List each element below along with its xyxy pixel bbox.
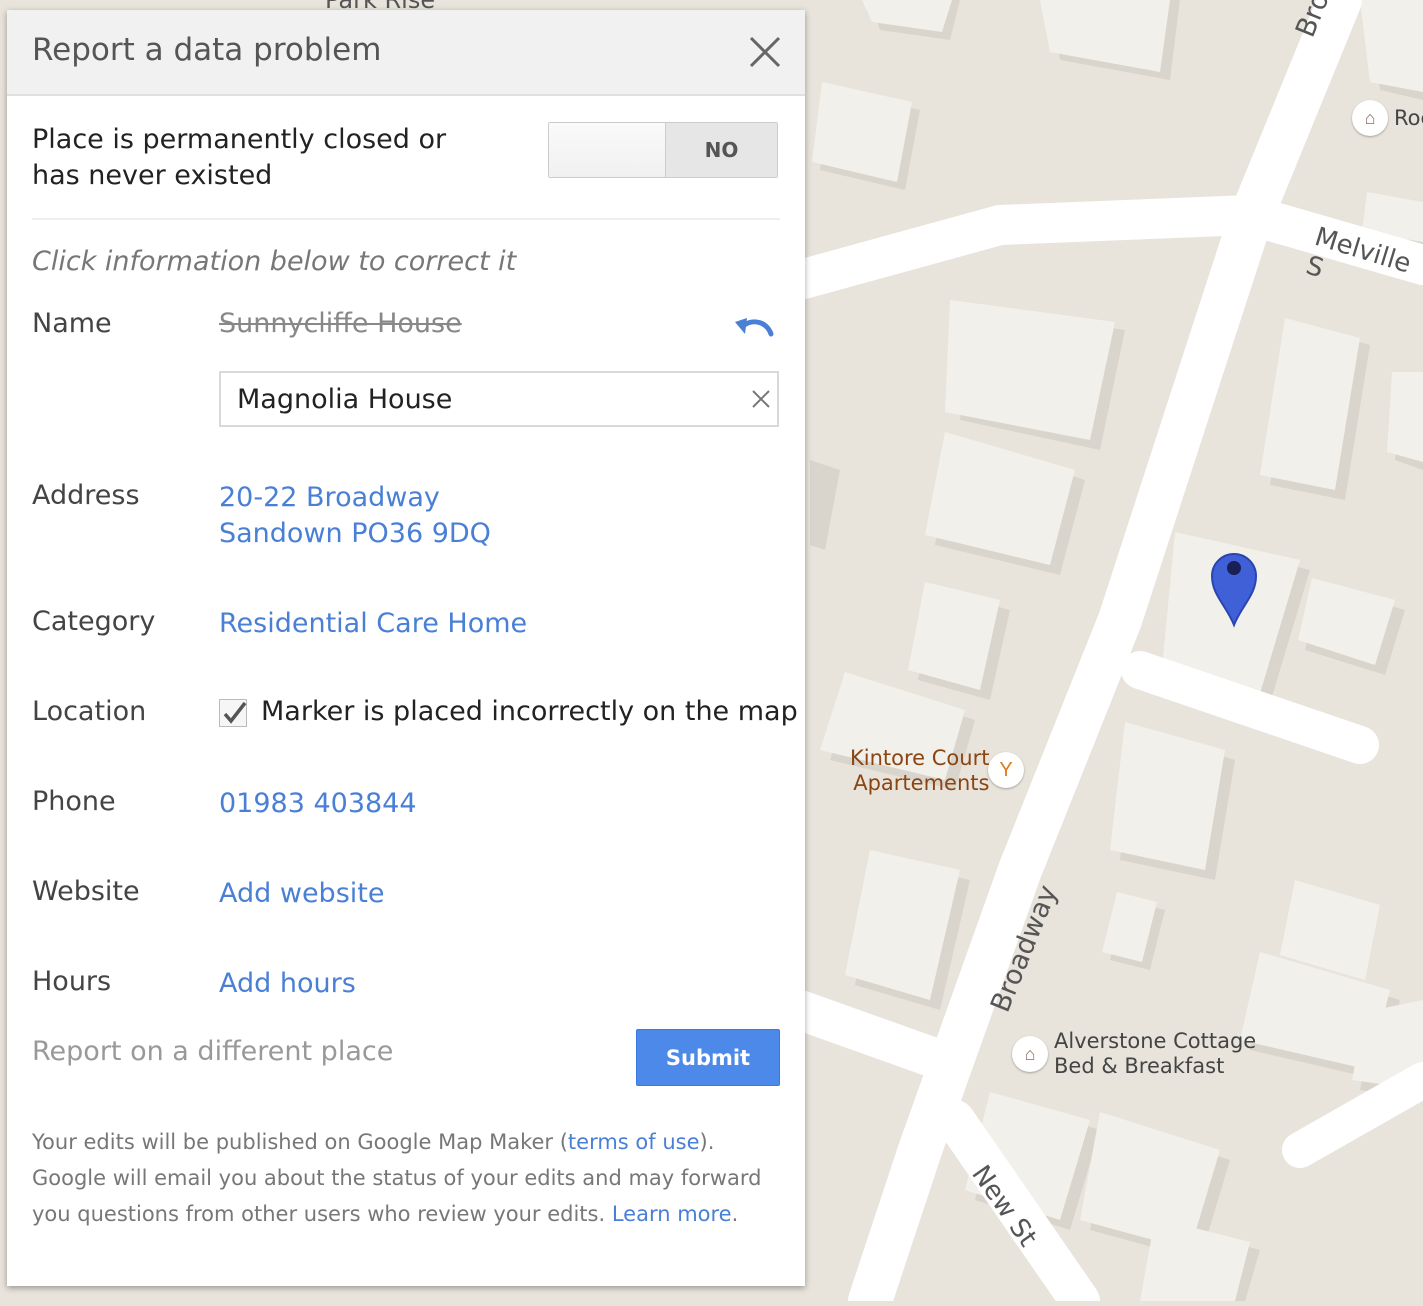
- hours-label: Hours: [32, 966, 112, 997]
- poi-label-alverstone[interactable]: Alverstone Cottage Bed & Breakfast: [1054, 1029, 1256, 1079]
- toggle-value: NO: [666, 123, 777, 177]
- submit-button[interactable]: Submit: [636, 1029, 780, 1086]
- bed-icon[interactable]: ⌂: [1012, 1036, 1048, 1072]
- name-field: [219, 371, 779, 427]
- footer-text-part1: Your edits will be published on Google M…: [32, 1130, 568, 1154]
- checkmark-icon: [223, 701, 247, 724]
- dialog-title: Report a data problem: [32, 32, 382, 68]
- address-line2: Sandown PO36 9DQ: [219, 518, 491, 549]
- footer-disclaimer: Your edits will be published on Google M…: [32, 1124, 782, 1232]
- terms-of-use-link[interactable]: terms of use: [568, 1130, 700, 1154]
- poi-name-line1: Alverstone Cottage: [1054, 1029, 1257, 1053]
- footer-text-part3: .: [731, 1202, 739, 1226]
- undo-icon[interactable]: [733, 312, 777, 346]
- closed-question-label: Place is permanently closed or has never…: [32, 124, 447, 191]
- old-name-value: Sunnycliffe House: [219, 308, 462, 339]
- poi-label-roc[interactable]: Roc: [1394, 106, 1423, 131]
- add-hours-link[interactable]: Add hours: [219, 966, 356, 1002]
- dialog-header: Report a data problem: [7, 10, 805, 96]
- add-website-link[interactable]: Add website: [219, 876, 384, 912]
- report-problem-dialog: Report a data problem Place is permanent…: [7, 10, 805, 1286]
- name-input[interactable]: [237, 381, 727, 417]
- address-line1: 20-22 Broadway: [219, 482, 440, 513]
- report-different-place-link[interactable]: Report on a different place: [32, 1036, 393, 1067]
- location-checkbox-label[interactable]: Marker is placed incorrectly on the map: [261, 696, 798, 727]
- location-checkbox[interactable]: [219, 699, 247, 727]
- learn-more-link[interactable]: Learn more: [612, 1202, 732, 1226]
- address-label: Address: [32, 480, 140, 511]
- poi-label-kintore[interactable]: Kintore Court Apartements: [850, 746, 989, 796]
- category-value[interactable]: Residential Care Home: [219, 606, 527, 642]
- poi-name-line2: Apartements: [853, 771, 990, 795]
- close-icon[interactable]: [747, 34, 783, 70]
- phone-value[interactable]: 01983 403844: [219, 786, 417, 822]
- name-label: Name: [32, 308, 112, 339]
- instruction-text: Click information below to correct it: [32, 246, 517, 277]
- address-value[interactable]: 20-22 Broadway Sandown PO36 9DQ: [219, 480, 491, 552]
- cocktail-icon[interactable]: Y: [988, 752, 1024, 788]
- phone-label: Phone: [32, 786, 116, 817]
- bed-icon[interactable]: ⌂: [1352, 100, 1388, 136]
- poi-name-line2: Bed & Breakfast: [1054, 1054, 1225, 1078]
- divider: [32, 218, 780, 220]
- location-label: Location: [32, 696, 147, 727]
- website-label: Website: [32, 876, 140, 907]
- poi-name-line1: Kintore Court: [850, 746, 990, 770]
- closed-toggle[interactable]: NO: [548, 122, 778, 178]
- toggle-track: [549, 123, 666, 177]
- category-label: Category: [32, 606, 156, 637]
- clear-icon[interactable]: [749, 387, 773, 411]
